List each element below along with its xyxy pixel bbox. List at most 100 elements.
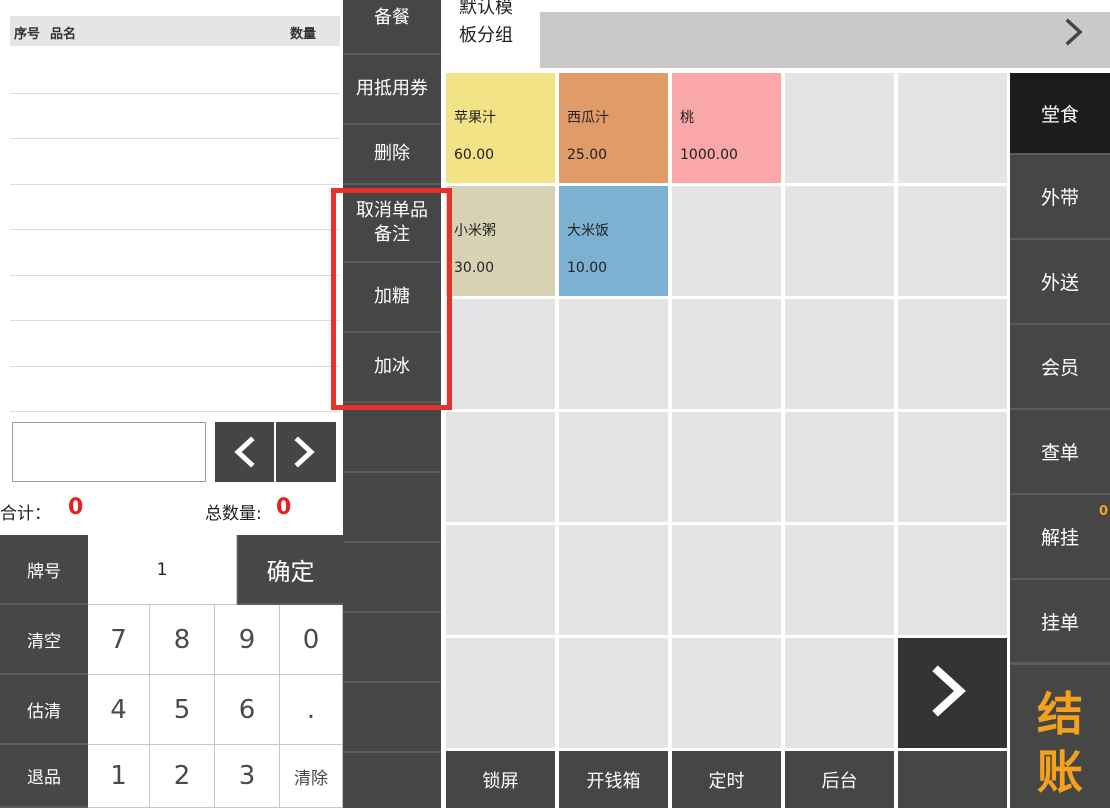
column-header-qty: 数量 (290, 27, 317, 42)
empty-product-slot (898, 525, 1007, 635)
product-item[interactable]: 苹果汁 60.00 (446, 73, 555, 183)
remark-button-cancel-note[interactable]: 取消单品备注 (343, 185, 441, 263)
empty-product-slot (446, 638, 555, 748)
empty-product-slot (785, 186, 894, 296)
checkout-button[interactable]: 结账 (1010, 662, 1110, 808)
remark-button-delete[interactable]: 删除 (343, 125, 441, 185)
order-row[interactable] (10, 185, 340, 230)
remark-label: 加冰 (374, 356, 410, 377)
order-mode-column: 堂食 外带 外送 会员 查单 解挂 0 挂单 结账 (1010, 73, 1110, 808)
key-6[interactable]: 6 (215, 675, 280, 745)
keypad: 牌号 1 确定 清空 7 8 9 0 估清 4 5 6 . 退品 1 2 3 清… (0, 535, 343, 808)
remark-button-prepare[interactable]: 备餐 (343, 0, 441, 55)
entry-input[interactable] (12, 422, 206, 482)
order-row[interactable] (10, 276, 340, 321)
lock-screen-button[interactable]: 锁屏 (446, 751, 555, 808)
chevron-right-icon[interactable] (1060, 14, 1088, 48)
category-tab-bar (540, 12, 1110, 68)
product-name: 苹果汁 (454, 110, 496, 126)
order-row[interactable] (10, 48, 340, 94)
key-5[interactable]: 5 (150, 675, 215, 745)
remark-button-voucher[interactable]: 用抵用券 (343, 55, 441, 125)
mode-delivery-button[interactable]: 外送 (1010, 240, 1110, 325)
empty-product-slot (559, 525, 668, 635)
empty-product-slot (898, 186, 1007, 296)
key-0[interactable]: 0 (280, 605, 343, 675)
remark-button-empty (343, 403, 441, 473)
resume-order-button[interactable]: 解挂 0 (1010, 495, 1110, 580)
order-row[interactable] (10, 94, 340, 139)
key-8[interactable]: 8 (150, 605, 215, 675)
remark-button-empty (343, 683, 441, 753)
sum-value: 0 (68, 495, 84, 520)
product-price: 30.00 (454, 260, 495, 276)
timer-button[interactable]: 定时 (672, 751, 781, 808)
open-cash-drawer-button[interactable]: 开钱箱 (559, 751, 668, 808)
checkout-label: 结账 (1037, 686, 1083, 799)
hold-order-button[interactable]: 挂单 (1010, 580, 1110, 662)
table-number-label: 牌号 (0, 535, 88, 605)
remark-button-add-ice[interactable]: 加冰 (343, 333, 441, 403)
column-header-name: 品名 (50, 27, 77, 42)
remark-column: 备餐 用抵用券 删除 取消单品备注 加糖 加冰 (343, 0, 441, 808)
order-prev-button[interactable] (215, 422, 274, 482)
empty-product-slot (446, 525, 555, 635)
chevron-left-icon (234, 436, 255, 468)
function-bar: 锁屏 开钱箱 定时 后台 (446, 751, 1007, 808)
key-dot[interactable]: . (280, 675, 343, 745)
empty-product-slot (785, 73, 894, 183)
mode-dine-in-button[interactable]: 堂食 (1010, 73, 1110, 155)
order-row[interactable] (10, 367, 340, 412)
product-grid: 苹果汁 60.00 西瓜汁 25.00 桃 1000.00 小米粥 30.00 大米饭 10.00 (446, 73, 1007, 748)
chevron-right-icon (294, 436, 315, 468)
order-row[interactable] (10, 139, 340, 185)
key-1[interactable]: 1 (88, 745, 150, 808)
sold-out-button[interactable]: 估清 (0, 675, 88, 745)
empty-product-slot (446, 412, 555, 522)
empty-product-slot (672, 186, 781, 296)
product-price: 1000.00 (680, 147, 738, 163)
remark-button-empty (343, 543, 441, 613)
product-item[interactable]: 桃 1000.00 (672, 73, 781, 183)
product-item[interactable]: 小米粥 30.00 (446, 186, 555, 296)
key-4[interactable]: 4 (88, 675, 150, 745)
remark-button-add-sugar[interactable]: 加糖 (343, 263, 441, 333)
remark-label: 取消单品备注 (356, 200, 428, 245)
category-tab-label: 默认模板分组 (459, 0, 513, 46)
key-3[interactable]: 3 (215, 745, 280, 808)
return-item-button[interactable]: 退品 (0, 745, 88, 808)
table-number-field[interactable]: 1 (88, 535, 237, 605)
product-name: 大米饭 (567, 223, 609, 239)
order-list (10, 48, 340, 412)
category-tab-default[interactable]: 默认模板分组 (441, 0, 540, 70)
order-next-button[interactable] (276, 422, 336, 482)
pending-count-badge: 0 (1098, 504, 1108, 519)
chevron-right-icon (932, 665, 966, 717)
remark-label: 加糖 (374, 286, 410, 307)
member-button[interactable]: 会员 (1010, 325, 1110, 410)
remark-button-empty (343, 613, 441, 683)
product-item[interactable]: 西瓜汁 25.00 (559, 73, 668, 183)
empty-product-slot (559, 638, 668, 748)
confirm-button[interactable]: 确定 (237, 535, 343, 605)
mode-takeaway-button[interactable]: 外带 (1010, 155, 1110, 240)
backspace-button[interactable]: 清除 (280, 745, 343, 808)
empty-product-slot (672, 525, 781, 635)
key-9[interactable]: 9 (215, 605, 280, 675)
clear-all-button[interactable]: 清空 (0, 605, 88, 675)
product-page-next-button[interactable] (898, 638, 1007, 748)
key-7[interactable]: 7 (88, 605, 150, 675)
empty-product-slot (559, 412, 668, 522)
empty-product-slot (672, 638, 781, 748)
lookup-order-button[interactable]: 查单 (1010, 410, 1110, 495)
product-item[interactable]: 大米饭 10.00 (559, 186, 668, 296)
order-row[interactable] (10, 321, 340, 367)
empty-product-slot (785, 299, 894, 409)
key-2[interactable]: 2 (150, 745, 215, 808)
order-row[interactable] (10, 230, 340, 276)
resume-order-label: 解挂 (1040, 527, 1079, 549)
backend-button[interactable]: 后台 (785, 751, 894, 808)
empty-product-slot (785, 638, 894, 748)
count-label: 总数量: (205, 504, 262, 524)
empty-product-slot (898, 299, 1007, 409)
